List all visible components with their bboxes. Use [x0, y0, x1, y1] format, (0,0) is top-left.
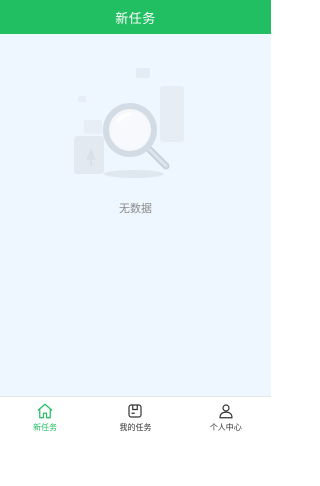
home-icon: [37, 403, 53, 419]
task-box-icon: [128, 404, 143, 418]
tab-label-new-task: 新任务: [33, 423, 58, 432]
bottom-tab-bar: 新任务 我的任务 个人中心: [0, 396, 271, 437]
tab-label-my-tasks: 我的任务: [119, 423, 152, 432]
page-title: 新任务: [115, 11, 156, 27]
tab-new-task[interactable]: 新任务: [0, 397, 90, 437]
person-icon: [219, 404, 233, 419]
empty-state-text: 无数据: [119, 202, 152, 215]
bottom-blank-area: [0, 437, 271, 486]
tab-profile[interactable]: 个人中心: [181, 397, 271, 437]
app-screen: 新任务 无数据 新任务 我的任务 个人中心: [0, 0, 271, 486]
tab-my-tasks[interactable]: 我的任务: [90, 397, 180, 437]
task-list-area: 无数据: [0, 34, 271, 396]
top-header: 新任务: [0, 0, 271, 34]
tab-label-profile: 个人中心: [209, 423, 242, 432]
search-magnifier-icon: [74, 68, 184, 178]
